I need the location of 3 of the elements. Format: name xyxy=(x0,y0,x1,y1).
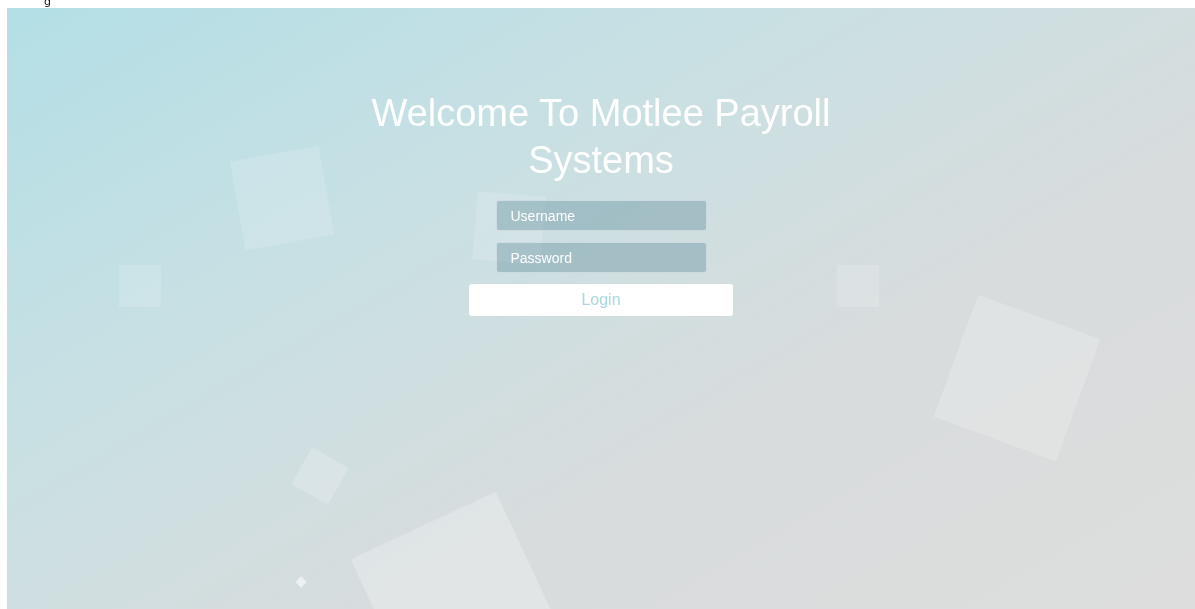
login-button[interactable]: Login xyxy=(469,284,733,316)
username-field[interactable]: Username xyxy=(495,200,707,231)
password-field[interactable]: Password xyxy=(495,242,707,273)
